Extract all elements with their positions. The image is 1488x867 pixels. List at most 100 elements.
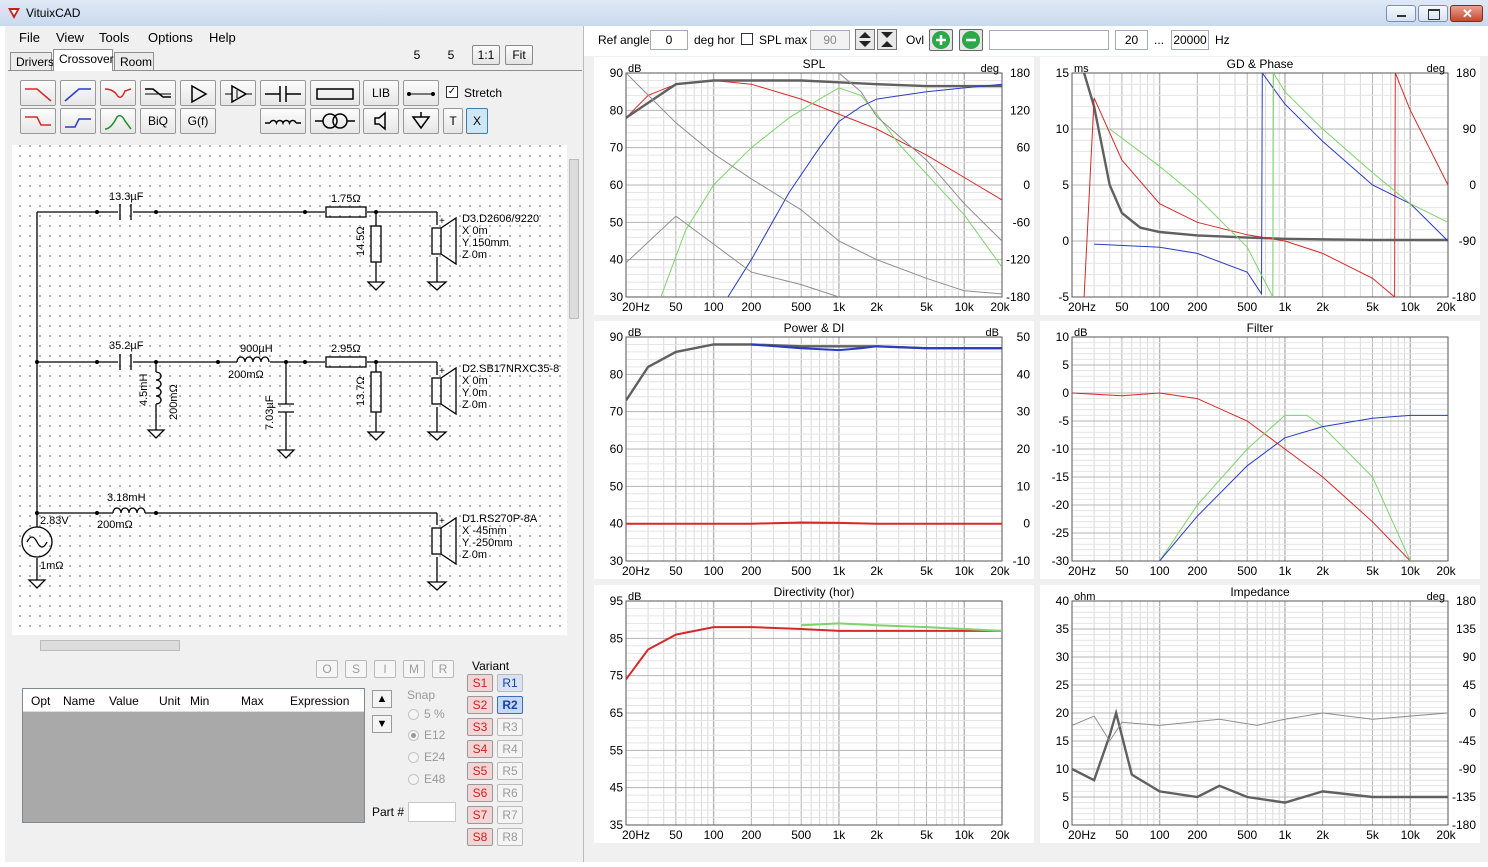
spl-up-button[interactable] xyxy=(855,29,875,50)
power-di-chart[interactable]: Power & DI dB dB 90 80 70 60 50 40 30 50 40 30 20 10 0-… xyxy=(594,321,1034,579)
deg-hor-label: deg hor xyxy=(694,33,735,47)
col-opt[interactable]: Opt xyxy=(31,694,50,708)
col-expression[interactable]: Expression xyxy=(290,694,349,708)
chart-title: GD & Phase xyxy=(1227,57,1294,71)
y-tick-label: 10 xyxy=(1056,122,1070,136)
spl-chart[interactable]: SPL dB deg 90 80 70 60 50 40 30 180 120 60 0 -60 -120 -1… xyxy=(594,57,1034,315)
snap-radio-5pct[interactable] xyxy=(408,709,419,720)
x-tick-label: 500 xyxy=(1237,828,1257,842)
col-name[interactable]: Name xyxy=(63,694,95,708)
variant-s1[interactable]: S1 xyxy=(467,674,493,692)
part-number-input[interactable] xyxy=(408,802,456,822)
d2-name[interactable]: D2.SB17NRXC35-8 xyxy=(462,363,559,375)
variant-r6[interactable]: R6 xyxy=(497,784,523,802)
series-line-dark xyxy=(626,343,1002,402)
y2-tick-label: -60 xyxy=(1013,215,1031,229)
variant-s3[interactable]: S3 xyxy=(467,718,493,736)
y-tick-label: -5 xyxy=(1058,414,1069,428)
r2-label[interactable]: 14.5Ω xyxy=(355,226,367,256)
o-button[interactable]: O xyxy=(316,660,338,678)
m-button[interactable]: M xyxy=(403,660,425,678)
x-tick-label: 50 xyxy=(669,564,683,578)
source-voltage[interactable]: 2.83V xyxy=(40,515,69,527)
directivity-chart[interactable]: Directivity (hor) dB 95 85 75 65 55 45 35 20Hz 50 1… xyxy=(594,585,1034,843)
filter-chart[interactable]: Filter dB 10 5 0 -5 -10 -15 -20 -25 -30 20Hz 50 100 20… xyxy=(1040,321,1480,579)
y-tick-label: 25 xyxy=(1056,678,1070,692)
snap-radio-e24[interactable] xyxy=(408,752,419,763)
d2-x: X 0m xyxy=(462,375,488,387)
variant-s6[interactable]: S6 xyxy=(467,784,493,802)
y-tick-label: 65 xyxy=(610,706,624,720)
source-resistance: 1mΩ xyxy=(40,560,64,572)
r3-label[interactable]: 2.95Ω xyxy=(331,343,361,355)
impedance-chart[interactable]: Impedance ohm deg 40 35 30 25 20 15 10 5 0 180 135 90 4… xyxy=(1040,585,1480,843)
variant-s4[interactable]: S4 xyxy=(467,740,493,758)
overlay-add-button[interactable] xyxy=(929,29,953,51)
l1-resistance: 200mΩ xyxy=(168,384,180,420)
snap-radio-e48[interactable] xyxy=(408,774,419,785)
c3-label[interactable]: 7.03µF xyxy=(264,396,276,430)
spl-max-checkbox[interactable] xyxy=(741,33,753,45)
x-tick-label: 2k xyxy=(870,564,884,578)
s-button[interactable]: S xyxy=(345,660,367,678)
l1-label[interactable]: 4.5mH xyxy=(138,374,150,406)
variant-r2[interactable]: R2 xyxy=(497,696,523,714)
overlay-select[interactable] xyxy=(989,30,1109,50)
d3-name[interactable]: D3.D2606/9220 xyxy=(462,213,539,225)
minimize-button[interactable] xyxy=(1386,5,1416,22)
variant-r7[interactable]: R7 xyxy=(497,806,523,824)
move-up-button[interactable]: ▲ xyxy=(372,690,392,708)
r4-label[interactable]: 13.7Ω xyxy=(355,376,367,406)
r-button[interactable]: R xyxy=(432,660,454,678)
variant-s8[interactable]: S8 xyxy=(467,828,493,846)
variant-s7[interactable]: S7 xyxy=(467,806,493,824)
series-line-grey xyxy=(626,215,840,297)
col-unit[interactable]: Unit xyxy=(159,694,180,708)
col-max[interactable]: Max xyxy=(241,694,264,708)
variant-r4[interactable]: R4 xyxy=(497,740,523,758)
overlay-remove-button[interactable] xyxy=(959,29,983,51)
maximize-button[interactable] xyxy=(1418,5,1448,22)
variant-s2[interactable]: S2 xyxy=(467,696,493,714)
y-tick-label: 90 xyxy=(610,66,624,80)
variant-s5[interactable]: S5 xyxy=(467,762,493,780)
col-value[interactable]: Value xyxy=(109,694,139,708)
x-tick-label: 5k xyxy=(920,300,934,314)
schematic-vscrollbar[interactable] xyxy=(567,145,581,635)
freq-to-input[interactable]: 20000 xyxy=(1171,30,1209,50)
l3-label[interactable]: 3.18mH xyxy=(107,492,146,504)
variant-r5[interactable]: R5 xyxy=(497,762,523,780)
tab-crossover[interactable]: Crossover xyxy=(53,49,114,71)
variant-r1[interactable]: R1 xyxy=(497,674,523,692)
x-tick-label: 50 xyxy=(669,300,683,314)
ref-angle-input[interactable]: 0 xyxy=(650,30,688,50)
freq-from-input[interactable]: 20 xyxy=(1115,30,1148,50)
snap-radio-e12[interactable] xyxy=(408,730,419,741)
c1-label[interactable]: 13.3µF xyxy=(109,191,143,203)
variant-r8[interactable]: R8 xyxy=(497,828,523,846)
y-tick-label: 60 xyxy=(610,178,624,192)
r1-label[interactable]: 1.75Ω xyxy=(331,193,361,205)
move-down-button[interactable]: ▼ xyxy=(372,715,392,733)
x-tick-label: 20Hz xyxy=(622,300,650,314)
d1-name[interactable]: D1.RS270P-8A xyxy=(462,513,537,525)
d1-z: Z 0m xyxy=(462,549,488,561)
c2-label[interactable]: 35.2µF xyxy=(109,340,143,352)
vscroll-thumb[interactable] xyxy=(569,159,579,319)
y2-tick-label: 90 xyxy=(1463,122,1477,136)
optimizer-table[interactable]: Opt Name Value Unit Min Max Expression xyxy=(22,688,365,823)
y-tick-label: 15 xyxy=(1056,734,1070,748)
spl-collapse-button[interactable] xyxy=(877,29,897,50)
spl-max-input[interactable]: 90 xyxy=(810,30,850,50)
schematic-hscrollbar[interactable] xyxy=(12,637,567,654)
gd-phase-chart[interactable]: GD & Phase ms deg 15 10 5 0 -5 180 90 0 -90 -180 20Hz… xyxy=(1040,57,1480,315)
close-button[interactable]: ✕ xyxy=(1450,5,1483,22)
col-min[interactable]: Min xyxy=(190,694,209,708)
hscroll-thumb[interactable] xyxy=(40,640,180,651)
x-tick-label: 2k xyxy=(1316,300,1330,314)
up-down-arrow-icon xyxy=(859,32,871,47)
i-button[interactable]: I xyxy=(374,660,396,678)
l2-label[interactable]: 900µH xyxy=(240,343,273,355)
variant-r3[interactable]: R3 xyxy=(497,718,523,736)
y2-tick-label: 120 xyxy=(1010,103,1030,117)
